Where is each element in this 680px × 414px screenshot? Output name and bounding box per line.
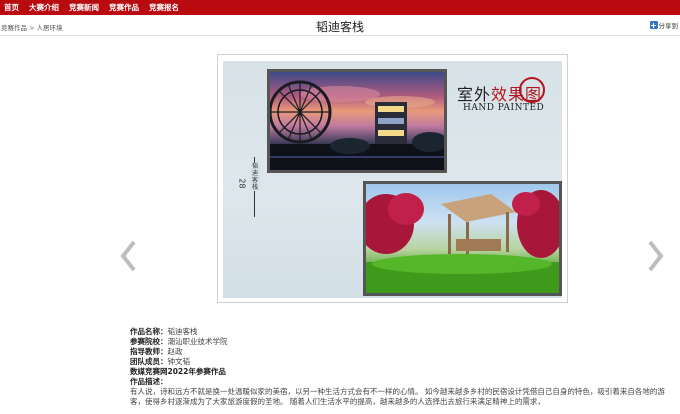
- school-value: 潮汕职业技术学院: [167, 337, 228, 346]
- detail-school: 参赛院校：潮汕职业技术学院: [130, 337, 670, 347]
- work-details: 作品名称：韬迪客栈 参赛院校：潮汕职业技术学院 指导教师：赵政 团队成员：钟文韬…: [130, 327, 670, 407]
- prev-arrow-icon[interactable]: [120, 240, 136, 272]
- spine-text: 韬迪客栈: [250, 163, 260, 191]
- name-value: 韬迪客栈: [167, 327, 198, 336]
- nav-item-register[interactable]: 竞赛报名: [149, 2, 179, 13]
- nav-item-news[interactable]: 竞赛新闻: [69, 2, 99, 13]
- school-label: 参赛院校：: [130, 337, 168, 346]
- gallery-frame[interactable]: 28 韬迪客栈 室外效果图 HAND PAINTED: [217, 54, 568, 303]
- gallery-title-cn: 室外效果图: [457, 81, 542, 105]
- teacher-value: 赵政: [167, 347, 183, 356]
- nav-item-about[interactable]: 大赛介绍: [29, 2, 59, 13]
- page-title: 韬迪客栈: [315, 20, 364, 34]
- garden-scene: [366, 190, 559, 293]
- teacher-label: 指导教师：: [130, 347, 168, 356]
- detail-teacher: 指导教师：赵政: [130, 347, 670, 357]
- spine: 韬迪客栈: [250, 157, 260, 217]
- gallery-spread: 28 韬迪客栈 室外效果图 HAND PAINTED: [223, 61, 562, 298]
- detail-desc-label: 作品描述：: [130, 377, 670, 387]
- waterwheel-scene: [270, 80, 444, 170]
- team-value: 钟文韬: [167, 357, 191, 366]
- detail-year: 数媒竞赛网2022年参赛作品: [130, 367, 226, 376]
- title-bar: 竞赛作品 > 人居环境 韬迪客栈 分享到: [0, 16, 680, 36]
- detail-desc-text: 有人说，诗和远方不就是换一处温暖似家的美宿，以另一种生活方式会有不一样的心情。 …: [130, 387, 665, 406]
- name-label: 作品名称：: [130, 327, 168, 336]
- next-arrow-icon[interactable]: [648, 240, 664, 272]
- team-label: 团队成员：: [130, 357, 168, 366]
- gallery-title-cn-black: 室外: [457, 85, 492, 104]
- detail-team: 团队成员：钟文韬: [130, 357, 670, 367]
- share-plus-icon: [649, 21, 658, 29]
- gallery-title-art: 室外效果图 HAND PAINTED: [453, 75, 561, 135]
- photo-night-waterwheel: [267, 69, 447, 173]
- page-number: 28: [237, 178, 247, 189]
- top-nav: 首页 大赛介绍 竞赛新闻 竞赛作品 竞赛报名: [0, 0, 680, 15]
- share-label: 分享到: [658, 22, 679, 30]
- desc-label: 作品描述：: [130, 377, 168, 386]
- nav-item-home[interactable]: 首页: [4, 2, 19, 13]
- gallery-title-cn-red: 效果图: [491, 85, 543, 104]
- nav-item-works[interactable]: 竞赛作品: [109, 2, 139, 13]
- gallery-title-en: HAND PAINTED: [463, 103, 545, 113]
- detail-name: 作品名称：韬迪客栈: [130, 327, 670, 337]
- photo-garden-pavilion: [363, 181, 562, 296]
- share-button[interactable]: 分享到: [649, 20, 679, 30]
